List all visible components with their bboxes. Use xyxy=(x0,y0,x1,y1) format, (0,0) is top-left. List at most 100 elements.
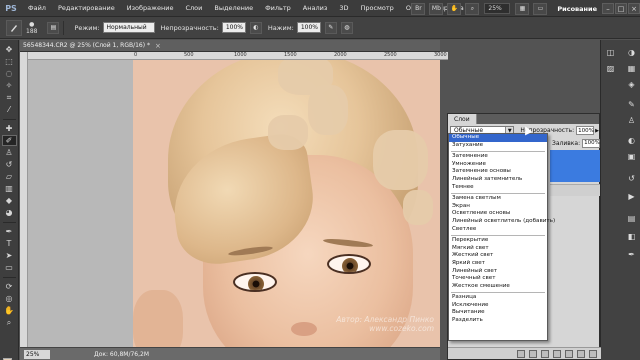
opacity-slider-icon[interactable]: ▶ xyxy=(595,128,599,134)
zoom-level-select[interactable]: 25% xyxy=(484,3,511,14)
opacity-input[interactable]: 100% xyxy=(221,22,246,33)
screen-mode-icon[interactable]: ▭ xyxy=(533,2,548,15)
brush-panel-icon[interactable]: ▤ xyxy=(47,21,60,34)
new-layer-icon[interactable] xyxy=(577,349,585,358)
arrange-documents-icon[interactable]: ▦ xyxy=(515,2,530,15)
document-tab[interactable]: 56548344.CR2 @ 25% (Слой 1, RGB/16) * × xyxy=(20,40,440,52)
document-size-info[interactable]: Док: 60,8M/76,2M xyxy=(94,351,149,358)
blend-option-divide[interactable]: Разделить xyxy=(449,317,547,325)
clone-source-icon[interactable]: ♙ xyxy=(625,114,638,126)
blend-option-linear-burn[interactable]: Линейный затемнитель xyxy=(449,176,547,184)
blend-option-dissolve[interactable]: Затухание xyxy=(449,142,547,150)
masks-panel-icon[interactable]: ▣ xyxy=(625,150,638,162)
menu-layers[interactable]: Слои xyxy=(179,4,208,12)
zoom-tool-icon[interactable]: ⌕ xyxy=(465,2,480,15)
color-panel-icon[interactable]: ◑ xyxy=(625,46,638,58)
clone-stamp-tool-icon[interactable]: ♙ xyxy=(2,147,17,158)
history-panel-icon[interactable]: ↺ xyxy=(625,172,638,184)
blend-option-darken[interactable]: Затемнение xyxy=(449,153,547,161)
lasso-tool-icon[interactable]: ◌ xyxy=(2,68,17,79)
blend-option-overlay[interactable]: Перекрытие xyxy=(449,237,547,245)
blend-option-linear-light[interactable]: Линейный свет xyxy=(449,268,547,276)
workspace-switcher[interactable]: Рисование xyxy=(557,5,597,13)
tab-layers[interactable]: Слои xyxy=(448,114,477,124)
brush-tool-icon[interactable]: ✐ xyxy=(1,135,17,146)
close-window-button[interactable]: × xyxy=(628,3,640,14)
bridge-icon[interactable]: Br xyxy=(411,2,426,15)
document-canvas[interactable]: Автор: Александр Пинко www.cozeko.com xyxy=(28,60,440,347)
brush-preset-icon[interactable] xyxy=(6,19,22,36)
blend-option-color-burn[interactable]: Затемнение основы xyxy=(449,168,547,176)
blend-option-hard-mix[interactable]: Жесткое смешение xyxy=(449,283,547,291)
channels-panel-icon[interactable]: ◧ xyxy=(625,230,638,242)
blend-option-pin-light[interactable]: Точечный свет xyxy=(449,275,547,283)
delete-layer-icon[interactable] xyxy=(589,349,597,358)
healing-brush-tool-icon[interactable]: ✚ xyxy=(2,123,17,134)
menu-filter[interactable]: Фильтр xyxy=(259,4,297,12)
history-brush-tool-icon[interactable]: ↺ xyxy=(2,159,17,170)
layer-opacity-input[interactable]: 100% xyxy=(576,126,595,135)
navigator-panel-icon[interactable]: ◫ xyxy=(604,46,617,58)
blend-option-screen[interactable]: Экран xyxy=(449,203,547,211)
blend-option-normal[interactable]: Обычные xyxy=(449,134,547,142)
menu-select[interactable]: Выделение xyxy=(208,4,259,12)
marquee-tool-icon[interactable]: ⬚ xyxy=(2,56,17,67)
tablet-opacity-icon[interactable]: ◐ xyxy=(249,21,262,34)
paths-panel-icon[interactable]: ✒ xyxy=(625,248,638,260)
selected-layer-row[interactable] xyxy=(550,150,600,182)
pressure-input[interactable]: 100% xyxy=(296,22,321,33)
brush-size-picker[interactable]: ● 188 xyxy=(26,21,37,35)
adjustments-panel-icon[interactable]: ◐ xyxy=(625,134,638,146)
minibridge-icon[interactable]: Mb xyxy=(429,2,444,15)
quick-select-tool-icon[interactable]: ✧ xyxy=(2,80,17,91)
blend-option-lighten[interactable]: Замена светлым xyxy=(449,195,547,203)
status-zoom-input[interactable]: 25% xyxy=(24,349,50,359)
minimize-button[interactable]: – xyxy=(602,3,614,14)
histogram-panel-icon[interactable]: ▨ xyxy=(604,62,617,74)
3d-orbit-tool-icon[interactable]: ◎ xyxy=(2,293,17,304)
blend-option-exclusion[interactable]: Исключение xyxy=(449,302,547,310)
blend-option-darker-color[interactable]: Темнее xyxy=(449,184,547,192)
hand-tool-icon[interactable]: ✋ xyxy=(447,2,462,15)
pen-tool-icon[interactable]: ✒ xyxy=(2,226,17,237)
close-document-icon[interactable]: × xyxy=(155,42,161,50)
actions-panel-icon[interactable]: ▶ xyxy=(625,190,638,202)
adjustment-layer-icon[interactable] xyxy=(553,349,561,358)
blend-option-linear-dodge[interactable]: Линейный осветлитель (добавить) xyxy=(449,218,555,226)
blend-option-lighter-color[interactable]: Светлее xyxy=(449,226,547,234)
3d-rotate-tool-icon[interactable]: ⟳ xyxy=(2,281,17,292)
brush-presets-icon[interactable]: ✎ xyxy=(625,98,638,110)
menu-image[interactable]: Изображение xyxy=(121,4,180,12)
layer-row[interactable] xyxy=(550,184,600,196)
layer-mask-icon[interactable] xyxy=(541,349,549,358)
blend-option-hard-light[interactable]: Жесткий свет xyxy=(449,252,547,260)
blend-option-vivid-light[interactable]: Яркий свет xyxy=(449,260,547,268)
tablet-size-icon[interactable]: ◍ xyxy=(340,21,353,34)
layer-style-icon[interactable] xyxy=(529,349,537,358)
blend-option-color-dodge[interactable]: Осветление основы xyxy=(449,210,547,218)
zoom-tool-icon[interactable]: ⌕ xyxy=(2,317,17,328)
eraser-tool-icon[interactable]: ▱ xyxy=(2,171,17,182)
menu-view[interactable]: Просмотр xyxy=(354,4,399,12)
layers-panel-icon[interactable]: ▤ xyxy=(625,212,638,224)
menu-analysis[interactable]: Анализ xyxy=(297,4,334,12)
menu-edit[interactable]: Редактирование xyxy=(52,4,121,12)
path-select-tool-icon[interactable]: ➤ xyxy=(2,250,17,261)
menu-file[interactable]: Файл xyxy=(22,4,52,12)
blur-tool-icon[interactable]: ◆ xyxy=(2,195,17,206)
menu-3d[interactable]: 3D xyxy=(333,4,354,12)
styles-panel-icon[interactable]: ◈ xyxy=(625,78,638,90)
move-tool-icon[interactable]: ✥ xyxy=(2,44,17,55)
shape-tool-icon[interactable]: ▭ xyxy=(2,262,17,273)
airbrush-icon[interactable]: ✎ xyxy=(324,21,337,34)
blend-option-subtract[interactable]: Вычитание xyxy=(449,309,547,317)
blend-option-multiply[interactable]: Умножение xyxy=(449,161,547,169)
link-layers-icon[interactable] xyxy=(517,349,525,358)
mode-select[interactable]: Нормальный xyxy=(102,22,155,33)
maximize-button[interactable]: □ xyxy=(615,3,627,14)
hand-tool-icon[interactable]: ✋ xyxy=(2,305,17,316)
crop-tool-icon[interactable]: ⌗ xyxy=(2,92,17,103)
swatches-panel-icon[interactable]: ▦ xyxy=(625,62,638,74)
eyedropper-tool-icon[interactable]: ⁄ xyxy=(2,104,17,115)
gradient-tool-icon[interactable]: ▥ xyxy=(2,183,17,194)
